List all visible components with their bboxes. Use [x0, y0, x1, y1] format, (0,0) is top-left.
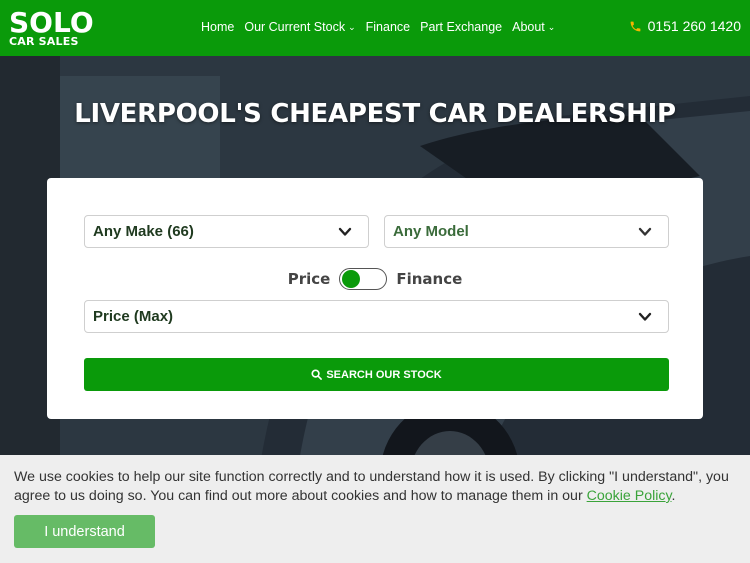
chevron-down-icon	[638, 227, 652, 236]
nav-home[interactable]: Home	[201, 20, 234, 34]
nav-about-label: About	[512, 20, 545, 34]
hero-title: LIVERPOOL'S CHEAPEST CAR DEALERSHIP	[74, 99, 676, 129]
switch-knob	[342, 270, 361, 288]
search-stock-button-label: SEARCH OUR STOCK	[326, 368, 442, 381]
cookie-text: We use cookies to help our site function…	[14, 468, 738, 506]
cookie-banner: We use cookies to help our site function…	[0, 455, 750, 563]
chevron-down-icon	[638, 312, 652, 321]
chevron-down-icon: ⌄	[547, 22, 556, 32]
nav-part-exchange[interactable]: Part Exchange	[420, 20, 502, 34]
nav-home-label: Home	[201, 20, 235, 34]
model-select-value: Any Model	[393, 223, 469, 240]
i-understand-button[interactable]: I understand	[14, 515, 155, 548]
nav-current-stock[interactable]: Our Current Stock ⌄	[244, 20, 355, 34]
top-navbar: SOLO CAR SALES Home Our Current Stock ⌄ …	[0, 0, 750, 56]
cookie-policy-link[interactable]: Cookie Policy	[587, 488, 672, 504]
chevron-down-icon	[338, 227, 352, 236]
nav-part-exchange-label: Part Exchange	[420, 20, 503, 34]
model-select[interactable]: Any Model	[384, 215, 669, 248]
cookie-period: .	[671, 488, 676, 504]
main-nav: Home Our Current Stock ⌄ Finance Part Ex…	[201, 20, 555, 34]
nav-current-stock-label: Our Current Stock	[244, 20, 346, 34]
toggle-label-finance: Finance	[396, 270, 463, 288]
price-finance-switch[interactable]	[339, 268, 388, 290]
phone-icon	[630, 21, 640, 31]
phone-number: 0151 260 1420	[647, 18, 741, 34]
search-stock-button[interactable]: SEARCH OUR STOCK	[84, 358, 669, 391]
toggle-label-price: Price	[287, 270, 331, 288]
chevron-down-icon: ⌄	[348, 22, 356, 32]
price-finance-toggle-row: Price Finance	[47, 268, 703, 290]
nav-finance[interactable]: Finance	[366, 20, 410, 34]
price-max-select-value: Price (Max)	[93, 308, 174, 325]
logo-line-1: SOLO	[9, 6, 94, 39]
make-select-value: Any Make (66)	[93, 223, 194, 240]
site-logo[interactable]: SOLO CAR SALES	[9, 6, 94, 48]
price-max-select[interactable]: Price (Max)	[84, 300, 669, 333]
search-icon	[311, 369, 323, 380]
nav-about[interactable]: About ⌄	[512, 20, 555, 34]
make-select[interactable]: Any Make (66)	[84, 215, 369, 248]
search-card: Any Make (66) Any Model Price Finance Pr…	[47, 178, 703, 419]
phone-link[interactable]: 0151 260 1420	[629, 18, 741, 34]
nav-finance-label: Finance	[365, 20, 411, 34]
